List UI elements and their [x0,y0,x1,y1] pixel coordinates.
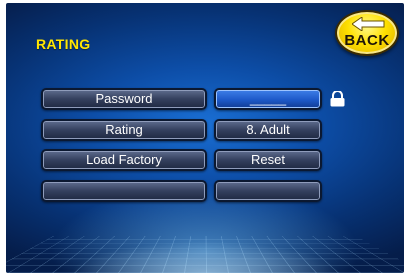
rating-screen: RATING BACK Password _____ Rating 8. Adu… [6,3,404,273]
floor-glow [6,213,404,273]
page-title: RATING [36,36,91,52]
lock-icon [330,91,345,107]
left-arrow-icon [352,17,385,31]
load-factory-button[interactable]: Load Factory [41,149,207,171]
back-button[interactable]: BACK [335,10,399,56]
empty-value-button[interactable] [214,180,322,202]
rating-button[interactable]: Rating [41,119,207,141]
back-button-label: BACK [344,32,390,49]
password-field[interactable]: _____ [214,88,322,110]
password-button[interactable]: Password [41,88,207,110]
empty-menu-button[interactable] [41,180,207,202]
rating-value-button[interactable]: 8. Adult [214,119,322,141]
reset-button[interactable]: Reset [214,149,322,171]
